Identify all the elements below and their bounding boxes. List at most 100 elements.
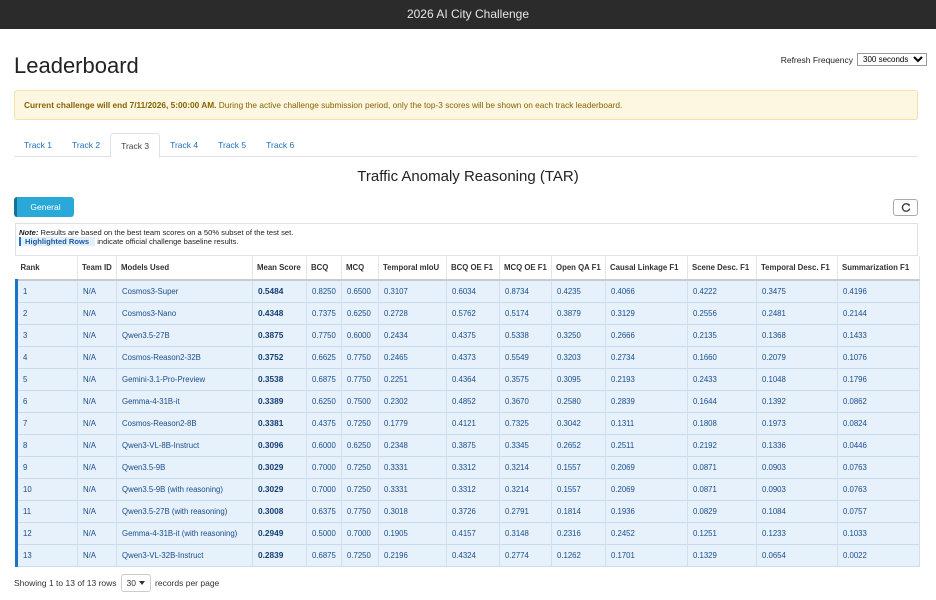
- table-cell: 7: [15, 412, 78, 435]
- table-cell: Qwen3.5-27B: [116, 324, 253, 347]
- column-header[interactable]: Temporal Desc. F1: [756, 256, 838, 281]
- column-header[interactable]: Open QA F1: [551, 256, 606, 281]
- records-per-page-label: records per page: [155, 578, 220, 588]
- table-body: 1 N/A Cosmos3-Super 0.5484 0.8250 0.6500 0.310…: [15, 280, 920, 567]
- table-cell: 0.3331: [378, 456, 447, 479]
- table-cell: N/A: [77, 500, 117, 523]
- column-header[interactable]: Models Used: [116, 256, 253, 281]
- refresh-frequency-select[interactable]: 300 seconds: [857, 53, 927, 66]
- table-cell: 0.6250: [306, 390, 342, 413]
- tab-track-5[interactable]: Track 5: [208, 133, 256, 157]
- table-row: 11 N/A Qwen3.5-27B (with reasoning) 0.3008 0…: [15, 500, 920, 523]
- table-cell: 0.2949: [252, 522, 307, 545]
- tab-track-2[interactable]: Track 2: [62, 133, 110, 157]
- table-cell: 0.2652: [551, 434, 606, 457]
- table-cell: 0.5000: [306, 522, 342, 545]
- column-header[interactable]: MCQ OE F1: [499, 256, 552, 281]
- table-cell: 0.0871: [687, 478, 757, 501]
- app-title: 2026 AI City Challenge: [406, 7, 530, 21]
- table-cell: 0.2251: [378, 368, 447, 391]
- table-cell: 0.0829: [687, 500, 757, 523]
- column-header[interactable]: Team ID: [77, 256, 117, 281]
- general-toggle-button[interactable]: General: [14, 197, 74, 217]
- table-cell: 0.4121: [446, 412, 500, 435]
- column-header[interactable]: Temporal mIoU: [378, 256, 447, 281]
- pagination-footer: Showing 1 to 13 of 13 rows 30 records pe…: [14, 574, 219, 592]
- table-cell: 0.2316: [551, 522, 606, 545]
- column-header[interactable]: MCQ: [341, 256, 379, 281]
- column-header[interactable]: BCQ: [306, 256, 342, 281]
- table-cell: 11: [15, 500, 78, 523]
- table-cell: 0.2839: [605, 390, 688, 413]
- table-cell: 0.6250: [341, 302, 379, 325]
- table-cell: 0.1048: [756, 368, 838, 391]
- table-cell: N/A: [77, 390, 117, 413]
- column-header[interactable]: BCQ OE F1: [446, 256, 500, 281]
- table-cell: 0.0446: [837, 434, 920, 457]
- table-cell: 0.1814: [551, 500, 606, 523]
- table-cell: 0.2728: [378, 302, 447, 325]
- table-cell: 0.7250: [341, 544, 379, 567]
- table-cell: 10: [15, 478, 78, 501]
- table-cell: 0.3670: [499, 390, 552, 413]
- table-cell: 0.6875: [306, 544, 342, 567]
- table-cell: 0.1973: [756, 412, 838, 435]
- table-cell: 0.7750: [341, 368, 379, 391]
- table-cell: 0.7750: [341, 500, 379, 523]
- tab-track-6[interactable]: Track 6: [256, 133, 304, 157]
- tab-track-4[interactable]: Track 4: [160, 133, 208, 157]
- table-cell: N/A: [77, 324, 117, 347]
- table-cell: 0.0654: [756, 544, 838, 567]
- table-cell: 0.2734: [605, 346, 688, 369]
- page-size-dropdown[interactable]: 30: [120, 574, 152, 592]
- table-cell: 0.5484: [252, 280, 307, 303]
- refresh-icon: [901, 202, 910, 212]
- table-cell: 0.1251: [687, 522, 757, 545]
- table-cell: Cosmos3-Nano: [116, 302, 253, 325]
- alert-bold-text: Current challenge will end 7/11/2026, 5:…: [24, 100, 217, 110]
- table-cell: 0.1808: [687, 412, 757, 435]
- table-cell: 0.1076: [837, 346, 920, 369]
- column-header[interactable]: Rank: [16, 256, 78, 281]
- table-cell: 0.2791: [499, 500, 552, 523]
- table-cell: 0.2192: [687, 434, 757, 457]
- table-cell: 0.2839: [252, 544, 307, 567]
- table-cell: 0.3879: [551, 302, 606, 325]
- table-row: 7 N/A Cosmos-Reason2-8B 0.3381 0.4375 0.7250 0…: [15, 412, 920, 435]
- table-cell: 0.4375: [306, 412, 342, 435]
- column-header[interactable]: Summarization F1: [837, 256, 920, 281]
- table-cell: 0.2196: [378, 544, 447, 567]
- table-cell: 0.2069: [605, 456, 688, 479]
- table-row: 13 N/A Qwen3-VL-32B-Instruct 0.2839 0.6875 0.…: [15, 544, 920, 567]
- leaderboard-table: Rank Team ID Models Used Mean Score BCQ MCQ Te…: [15, 256, 920, 567]
- table-cell: 0.6034: [446, 280, 500, 303]
- table-cell: 9: [15, 456, 78, 479]
- table-cell: 0.1905: [378, 522, 447, 545]
- table-cell: 0.2144: [837, 302, 920, 325]
- table-cell: 0.2452: [605, 522, 688, 545]
- table-cell: 0.0862: [837, 390, 920, 413]
- table-cell: 0.1779: [378, 412, 447, 435]
- table-cell: Qwen3-VL-32B-Instruct: [116, 544, 253, 567]
- table-cell: 0.7250: [341, 412, 379, 435]
- table-cell: Gemma-4-31B-it (with reasoning): [116, 522, 253, 545]
- column-header[interactable]: Scene Desc. F1: [687, 256, 757, 281]
- refresh-button[interactable]: [893, 199, 918, 216]
- table-cell: 0.3575: [499, 368, 552, 391]
- table-cell: 0.2348: [378, 434, 447, 457]
- tab-track-1[interactable]: Track 1: [14, 133, 62, 157]
- table-cell: 0.7325: [499, 412, 552, 435]
- table-row: 4 N/A Cosmos-Reason2-32B 0.3752 0.6625 0.7750…: [15, 346, 920, 369]
- table-cell: 0.6875: [306, 368, 342, 391]
- table-row: 1 N/A Cosmos3-Super 0.5484 0.8250 0.6500 0.310…: [15, 280, 920, 303]
- column-header[interactable]: Causal Linkage F1: [605, 256, 688, 281]
- table-cell: 0.2666: [605, 324, 688, 347]
- table-cell: 3: [15, 324, 78, 347]
- column-header[interactable]: Mean Score: [252, 256, 307, 281]
- table-cell: 0.5549: [499, 346, 552, 369]
- tab-track-3[interactable]: Track 3: [110, 133, 161, 158]
- table-cell: 0.2465: [378, 346, 447, 369]
- table-cell: 2: [15, 302, 78, 325]
- table-cell: 0.6625: [306, 346, 342, 369]
- table-cell: 13: [15, 544, 78, 567]
